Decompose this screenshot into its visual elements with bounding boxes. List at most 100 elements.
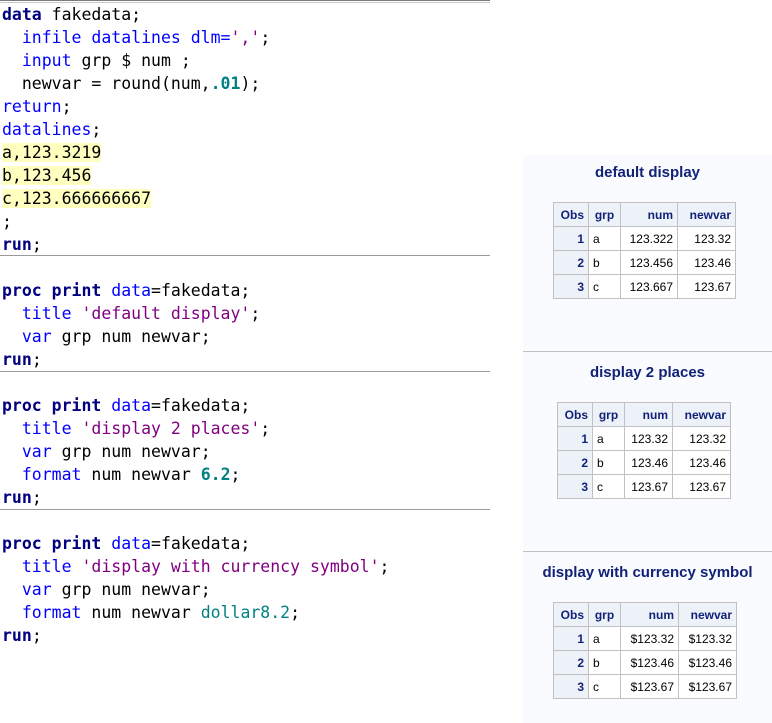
code-token: data bbox=[111, 281, 152, 300]
code-line: proc print data=fakedata; bbox=[2, 532, 250, 555]
num-cell: 123.32 bbox=[624, 426, 673, 451]
code-line: ; bbox=[2, 210, 12, 233]
newvar-cell: 123.46 bbox=[677, 250, 736, 275]
code-token: =fakedata; bbox=[151, 396, 251, 415]
code-token: input bbox=[21, 51, 72, 70]
code-token: ; bbox=[61, 97, 72, 116]
code-line: title 'display 2 places'; bbox=[2, 417, 270, 440]
obs-cell: 1 bbox=[553, 226, 589, 251]
code-line: format num newvar 6.2; bbox=[2, 463, 241, 486]
code-token: ; bbox=[31, 626, 42, 645]
grp-cell: a bbox=[588, 626, 621, 651]
code-line: title 'display with currency symbol'; bbox=[2, 555, 390, 578]
obs-cell: 3 bbox=[553, 674, 589, 699]
obs-cell: 1 bbox=[557, 426, 593, 451]
code-token: format bbox=[21, 603, 82, 622]
code-token: data bbox=[111, 396, 152, 415]
code-token: format bbox=[21, 465, 82, 484]
code-token: title bbox=[21, 557, 72, 576]
num-cell: $123.46 bbox=[620, 650, 679, 675]
column-header-obs: Obs bbox=[553, 602, 589, 627]
code-line: c,123.666666667 bbox=[2, 187, 152, 210]
table-row: 1 a $123.32 $123.32 bbox=[553, 626, 737, 651]
table-header-row: Obs grp num newvar bbox=[553, 202, 736, 227]
code-token: =fakedata; bbox=[151, 281, 251, 300]
code-token: ; bbox=[31, 350, 42, 369]
table-header-row: Obs grp num newvar bbox=[557, 402, 731, 427]
code-token: a,123.3219 bbox=[2, 143, 102, 162]
code-token: dollar8.2 bbox=[200, 603, 291, 622]
results-title: display 2 places bbox=[589, 364, 706, 381]
code-line: run; bbox=[2, 348, 42, 371]
column-header-newvar: newvar bbox=[678, 602, 737, 627]
code-token: num newvar bbox=[81, 603, 201, 622]
code-line: infile datalines dlm=','; bbox=[2, 26, 270, 49]
code-token: grp num newvar; bbox=[51, 327, 211, 346]
code-token: ; bbox=[379, 557, 390, 576]
step-divider bbox=[0, 255, 490, 256]
table-row: 2 b $123.46 $123.46 bbox=[553, 650, 737, 675]
num-cell: 123.322 bbox=[620, 226, 678, 251]
code-line: proc print data=fakedata; bbox=[2, 279, 250, 302]
table-row: 2 b 123.46 123.46 bbox=[557, 450, 731, 475]
code-token: 'display with currency symbol' bbox=[81, 557, 380, 576]
code-line: input grp $ num ; bbox=[2, 49, 191, 72]
grp-cell: a bbox=[592, 426, 625, 451]
code-token: 'default display' bbox=[81, 304, 251, 323]
obs-cell: 1 bbox=[553, 626, 589, 651]
results-title: display with currency symbol bbox=[542, 564, 753, 581]
grp-cell: a bbox=[588, 226, 621, 251]
code-token: grp num newvar; bbox=[51, 580, 211, 599]
code-token: ',' bbox=[230, 28, 261, 47]
column-header-newvar: newvar bbox=[672, 402, 731, 427]
code-editor[interactable]: data fakedata; infile datalines dlm=',';… bbox=[0, 0, 490, 723]
code-token: ; bbox=[260, 419, 271, 438]
pane-divider bbox=[523, 351, 772, 352]
code-token: =fakedata; bbox=[151, 534, 251, 553]
code-token: ; bbox=[230, 465, 241, 484]
table-header-row: Obs grp num newvar bbox=[553, 602, 737, 627]
table-row: 3 c 123.67 123.67 bbox=[557, 474, 731, 499]
code-token: ; bbox=[250, 304, 261, 323]
code-token: c,123.666666667 bbox=[2, 189, 152, 208]
code-line: proc print data=fakedata; bbox=[2, 394, 250, 417]
code-line: datalines; bbox=[2, 118, 101, 141]
table-row: 1 a 123.322 123.32 bbox=[553, 226, 736, 251]
code-line: run; bbox=[2, 624, 42, 647]
results-table: Obs grp num newvar 1 a 123.322 123.32 2 … bbox=[553, 202, 736, 299]
step-divider bbox=[0, 509, 490, 510]
num-cell: $123.67 bbox=[620, 674, 679, 699]
code-token: grp num newvar; bbox=[51, 442, 211, 461]
obs-cell: 2 bbox=[553, 250, 589, 275]
code-token: proc print bbox=[2, 281, 102, 300]
code-token: ; bbox=[2, 212, 12, 231]
table-row: 2 b 123.456 123.46 bbox=[553, 250, 736, 275]
code-token: 'display 2 places' bbox=[81, 419, 261, 438]
code-token: .01 bbox=[210, 74, 241, 93]
code-token: run bbox=[2, 235, 32, 254]
results-pane-display-2-places: display 2 places Obs grp num newvar 1 a … bbox=[523, 351, 772, 551]
grp-cell: c bbox=[592, 474, 625, 499]
code-line: newvar = round(num,.01); bbox=[2, 72, 260, 95]
code-token: data bbox=[2, 5, 42, 24]
results-table: Obs grp num newvar 1 a 123.32 123.32 2 b… bbox=[557, 402, 731, 499]
column-header-grp: grp bbox=[588, 602, 621, 627]
code-token: b,123.456 bbox=[2, 166, 92, 185]
column-header-obs: Obs bbox=[553, 202, 589, 227]
code-line: var grp num newvar; bbox=[2, 440, 211, 463]
code-line: b,123.456 bbox=[2, 164, 92, 187]
code-token: infile datalines dlm= bbox=[21, 28, 231, 47]
grp-cell: c bbox=[588, 674, 621, 699]
pane-divider bbox=[523, 551, 772, 552]
newvar-cell: 123.67 bbox=[672, 474, 731, 499]
newvar-cell: 123.46 bbox=[672, 450, 731, 475]
code-token: var bbox=[21, 580, 52, 599]
